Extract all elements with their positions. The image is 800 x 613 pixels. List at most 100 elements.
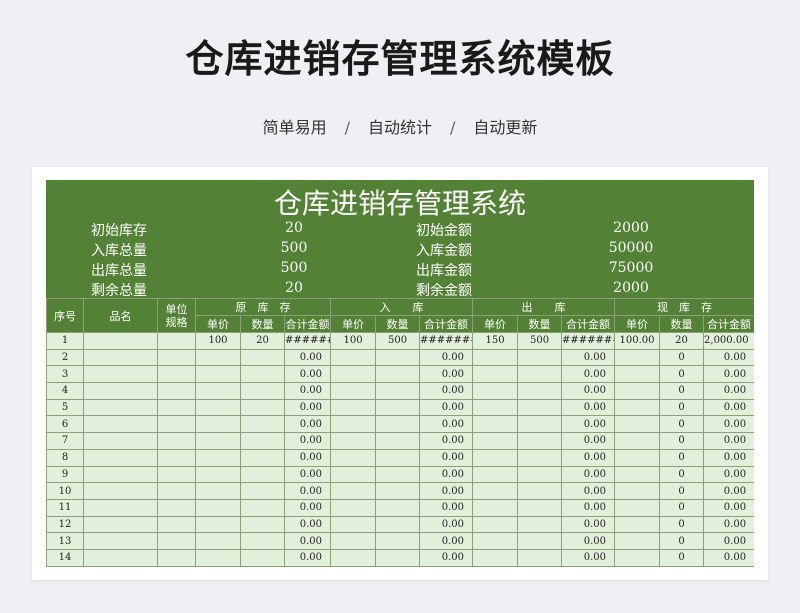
table-cell[interactable]	[240, 382, 285, 400]
table-cell[interactable]	[330, 365, 377, 384]
table-cell[interactable]	[240, 548, 285, 567]
table-cell[interactable]: 0.00	[561, 465, 616, 484]
table-cell[interactable]	[240, 482, 285, 500]
table-cell[interactable]	[614, 548, 661, 567]
table-cell[interactable]: 0.00	[283, 482, 332, 500]
spreadsheet[interactable]: 仓库进销存管理系统 初始库存 20 初始金额 2000 入库总量 500 入库金额 50000…	[46, 180, 754, 567]
table-cell[interactable]	[330, 532, 377, 550]
table-cell[interactable]	[240, 365, 285, 384]
table-cell[interactable]	[517, 548, 563, 567]
table-cell[interactable]	[195, 465, 241, 484]
table-cell[interactable]	[195, 365, 241, 384]
table-cell[interactable]: #########	[561, 332, 616, 350]
table-cell[interactable]	[157, 432, 196, 450]
table-cell[interactable]	[157, 348, 196, 367]
table-cell[interactable]: 0.00	[703, 548, 754, 567]
table-cell[interactable]: 0.00	[419, 465, 474, 484]
table-cell[interactable]: 0.00	[283, 515, 332, 534]
table-cell[interactable]: 0.00	[561, 365, 616, 384]
table-cell[interactable]	[157, 398, 196, 417]
table-cell[interactable]	[375, 532, 421, 550]
table-cell[interactable]	[83, 448, 158, 467]
table-cell[interactable]: 0	[659, 448, 705, 467]
table-cell[interactable]	[240, 498, 285, 517]
table-cell[interactable]: 4	[46, 382, 84, 400]
table-cell[interactable]	[614, 348, 661, 367]
table-cell[interactable]	[472, 465, 519, 484]
table-cell[interactable]	[330, 448, 377, 467]
table-cell[interactable]	[375, 548, 421, 567]
table-cell[interactable]	[240, 348, 285, 367]
table-cell[interactable]: 0.00	[703, 465, 754, 484]
table-cell[interactable]	[375, 348, 421, 367]
table-cell[interactable]: 0.00	[283, 382, 332, 400]
table-cell[interactable]: 8	[46, 448, 84, 467]
table-cell[interactable]: 0.00	[419, 365, 474, 384]
table-cell[interactable]: 0	[659, 382, 705, 400]
table-cell[interactable]	[472, 498, 519, 517]
table-cell[interactable]	[83, 515, 158, 534]
table-cell[interactable]	[83, 398, 158, 417]
table-cell[interactable]	[240, 515, 285, 534]
table-cell[interactable]: 100	[330, 332, 377, 350]
table-cell[interactable]	[472, 365, 519, 384]
table-cell[interactable]	[614, 498, 661, 517]
table-cell[interactable]: 0.00	[419, 548, 474, 567]
table-cell[interactable]	[614, 532, 661, 550]
table-cell[interactable]	[517, 348, 563, 367]
table-cell[interactable]	[517, 415, 563, 434]
table-cell[interactable]	[472, 482, 519, 500]
table-cell[interactable]	[517, 448, 563, 467]
table-cell[interactable]	[195, 348, 241, 367]
table-cell[interactable]: #########	[419, 332, 474, 350]
table-cell[interactable]	[83, 498, 158, 517]
table-cell[interactable]	[614, 398, 661, 417]
table-cell[interactable]: 500	[517, 332, 563, 350]
table-cell[interactable]	[157, 532, 196, 550]
table-cell[interactable]: 0	[659, 465, 705, 484]
table-cell[interactable]	[614, 382, 661, 400]
table-cell[interactable]	[614, 432, 661, 450]
table-cell[interactable]: 0.00	[419, 398, 474, 417]
table-cell[interactable]	[614, 415, 661, 434]
table-cell[interactable]: 0.00	[419, 482, 474, 500]
table-cell[interactable]	[330, 348, 377, 367]
table-cell[interactable]: 1	[46, 332, 84, 350]
table-cell[interactable]	[240, 398, 285, 417]
table-cell[interactable]: 0.00	[419, 415, 474, 434]
table-cell[interactable]: 5	[46, 398, 84, 417]
table-cell[interactable]: 0.00	[283, 498, 332, 517]
table-cell[interactable]: 100	[195, 332, 241, 350]
table-cell[interactable]	[83, 348, 158, 367]
table-cell[interactable]	[157, 482, 196, 500]
table-cell[interactable]	[157, 515, 196, 534]
table-cell[interactable]: 0.00	[561, 382, 616, 400]
table-cell[interactable]	[614, 365, 661, 384]
table-cell[interactable]	[195, 382, 241, 400]
table-cell[interactable]: 0.00	[561, 348, 616, 367]
table-cell[interactable]: 0	[659, 415, 705, 434]
table-cell[interactable]: 100.00	[614, 332, 661, 350]
table-cell[interactable]: 10	[46, 482, 84, 500]
table-cell[interactable]: 0	[659, 365, 705, 384]
table-cell[interactable]	[330, 415, 377, 434]
table-cell[interactable]	[517, 482, 563, 500]
table-cell[interactable]	[375, 448, 421, 467]
table-cell[interactable]: 0.00	[419, 432, 474, 450]
table-cell[interactable]: 13	[46, 532, 84, 550]
table-cell[interactable]: 0.00	[703, 365, 754, 384]
table-cell[interactable]	[472, 382, 519, 400]
table-cell[interactable]	[83, 365, 158, 384]
table-cell[interactable]: 0	[659, 348, 705, 367]
table-cell[interactable]	[83, 415, 158, 434]
table-cell[interactable]	[614, 515, 661, 534]
table-cell[interactable]: 0.00	[703, 382, 754, 400]
table-cell[interactable]	[517, 465, 563, 484]
table-cell[interactable]	[375, 415, 421, 434]
table-cell[interactable]: 150	[472, 332, 519, 350]
table-cell[interactable]	[375, 365, 421, 384]
table-cell[interactable]: 0.00	[703, 532, 754, 550]
table-cell[interactable]	[517, 498, 563, 517]
table-cell[interactable]: 6	[46, 415, 84, 434]
table-cell[interactable]	[195, 448, 241, 467]
